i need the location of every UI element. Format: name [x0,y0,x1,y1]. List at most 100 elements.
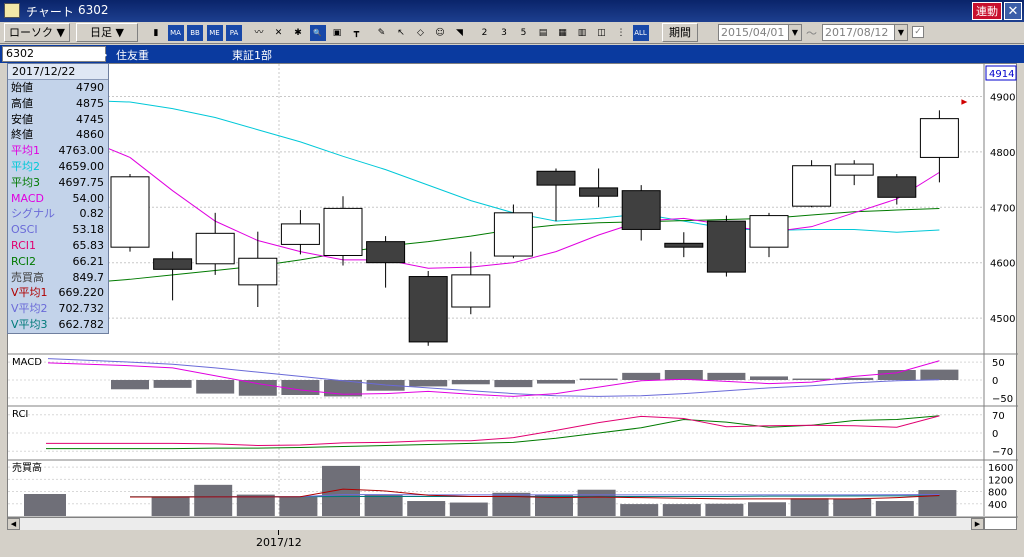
candle-body [834,163,874,176]
info-label: 売買高 [11,270,44,284]
horizontal-scrollbar[interactable]: ◀ ▶ [7,517,984,530]
date-from-field[interactable]: 2015/04/01 ▼ [718,24,802,41]
macd-hist-bar [494,380,533,388]
info-date: 2017/12/22 [8,64,108,80]
candle-body [664,242,704,248]
macd-pane-label: MACD [12,357,42,368]
code-bar: 6302 ・ 住友重 東証1部 [0,45,1024,63]
pa-icon[interactable]: PA [226,25,242,41]
eraser-icon[interactable]: ◇ [413,25,429,41]
window-code: 6302 [78,3,109,17]
line-icon[interactable]: 〰 [251,25,267,41]
close-icon[interactable]: ✕ [1004,2,1022,20]
vol-tick-label: 400 [988,500,1007,511]
toolbar: ローソク ▼ 日足 ▼ ▮ MA BB ME PA 〰 ✕ ✱ 🔍 ▣ ┳ ✎ ↖ ◇ ☺ ◥ 2 3 5 ▤ ▦ ▥ ◫ ⋮… [0,22,1024,44]
macd-signal-lead [47,358,131,363]
candle-body [706,220,746,273]
chart-area[interactable]: 4900 4800 4700 4600 4500 4914 50 0 −50 MACD 70 0 −70… [7,63,1018,530]
info-value: 669.220 [58,286,105,300]
info-label: 終値 [11,128,33,142]
candle-body [749,215,789,248]
calendar-icon[interactable]: ▦ [555,25,571,41]
span-button[interactable]: 期間 [662,23,698,42]
info-value: 4790 [76,81,104,94]
macd-hist-bar [153,380,192,388]
macd-hist-bar [792,378,831,380]
arrow-icon[interactable]: ↖ [393,25,409,41]
chevron-down-icon[interactable]: ▼ [894,25,907,40]
coin-icon[interactable]: ☺ [432,25,448,41]
mae-icon[interactable]: ME [206,25,223,41]
info-row: RCI1 65.83 [8,238,108,254]
info-label: 平均2 [11,159,40,173]
n-icon[interactable]: ◥ [452,25,468,41]
info-label: RCI1 [11,238,37,252]
volume-bar [748,502,786,516]
info-label: 平均3 [11,175,40,189]
zoom-icon[interactable]: 🔍 [309,25,326,41]
macd-hist-bar [877,370,916,380]
link-button[interactable]: 連動 [972,2,1002,20]
date-from-value: 2015/04/01 [721,26,785,39]
d5-icon[interactable]: 5 [516,25,532,41]
info-label: V平均2 [11,302,48,316]
grid-icon[interactable]: ▤ [535,25,551,41]
rci-tick-label: −70 [992,447,1013,458]
macd-hist-bar [196,380,235,394]
cross-icon[interactable]: ✕ [271,25,287,41]
macd-tick-label: 0 [992,376,998,387]
candle-body [408,276,448,343]
fork-icon[interactable]: ✱ [290,25,306,41]
candle-body [280,223,320,245]
info-value: 4875 [76,96,104,110]
macd-hist-bar [537,380,575,384]
title-bar: チャート 6302 連動 ✕ [0,0,1024,22]
bar-icon[interactable]: ┳ [349,25,365,41]
info-row: OSCI 53.18 [8,222,108,238]
d3-icon[interactable]: 3 [496,25,512,41]
range-icon[interactable]: ⋮ [613,25,629,41]
candle-body [110,176,150,248]
print-icon[interactable]: ▥ [574,25,590,41]
all-icon[interactable]: ALL [632,25,649,41]
candle-body [451,274,491,308]
step-icon[interactable]: ◫ [594,25,610,41]
period-dropdown[interactable]: 日足 ▼ [76,23,138,42]
info-value: 4697.75 [58,175,105,189]
checkbox-icon[interactable]: ✓ [912,26,924,38]
code-input[interactable]: 6302 [2,46,106,62]
rci2-line [130,415,940,450]
info-row: V平均3 662.782 [8,317,108,333]
bb-icon[interactable]: BB [187,25,203,41]
candle-body [366,241,406,264]
volume-bar [449,502,488,516]
chart-type-dropdown[interactable]: ローソク ▼ [4,23,70,42]
price-tick-label: 4700 [990,203,1015,214]
macd-hist-bar [579,378,618,380]
macd-hist-bar [707,372,746,380]
volume-bar [620,504,659,516]
info-value: 4659.00 [58,159,105,173]
date-to-field[interactable]: 2017/08/12 ▼ [822,24,908,41]
volume-bar [705,503,744,516]
chevron-down-icon[interactable]: ▼ [788,25,801,40]
candlestick-icon[interactable]: ▮ [148,25,164,41]
info-label: V平均3 [11,317,48,331]
info-row: 終値 4860 [8,127,108,143]
volume-bar [151,496,190,516]
candle-body [579,187,619,197]
volume-bar [194,484,233,516]
d2-icon[interactable]: 2 [477,25,493,41]
scroll-left-icon[interactable]: ◀ [7,518,20,530]
vol-tick-label: 1600 [988,463,1013,474]
date-to-value: 2017/08/12 [825,26,889,39]
ma-icon[interactable]: MA [167,25,184,41]
macd-line-lead [47,362,131,367]
price-tick-label: 4800 [990,148,1015,159]
cursor-icon[interactable]: ▣ [329,25,345,41]
info-value: 662.782 [58,317,105,331]
pen-icon[interactable]: ✎ [374,25,390,41]
info-value: 53.18 [72,223,105,237]
scroll-right-icon[interactable]: ▶ [971,518,984,530]
info-value: 54.00 [72,191,105,205]
